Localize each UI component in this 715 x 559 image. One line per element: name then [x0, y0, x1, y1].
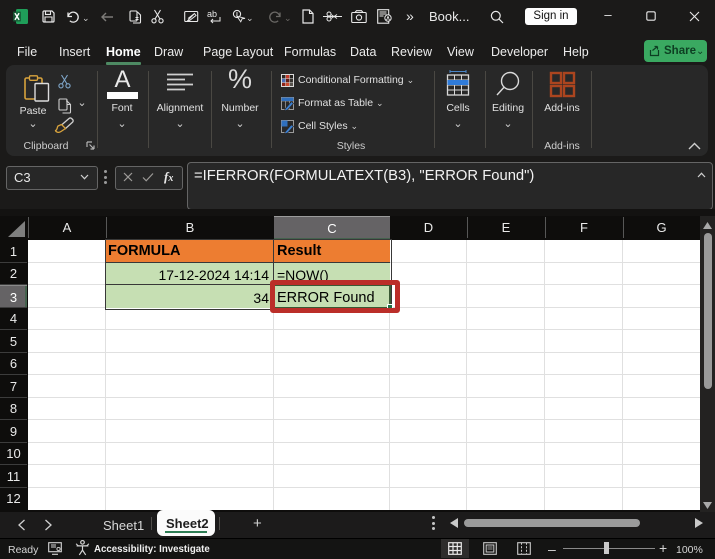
svg-text:ab: ab [207, 9, 217, 19]
